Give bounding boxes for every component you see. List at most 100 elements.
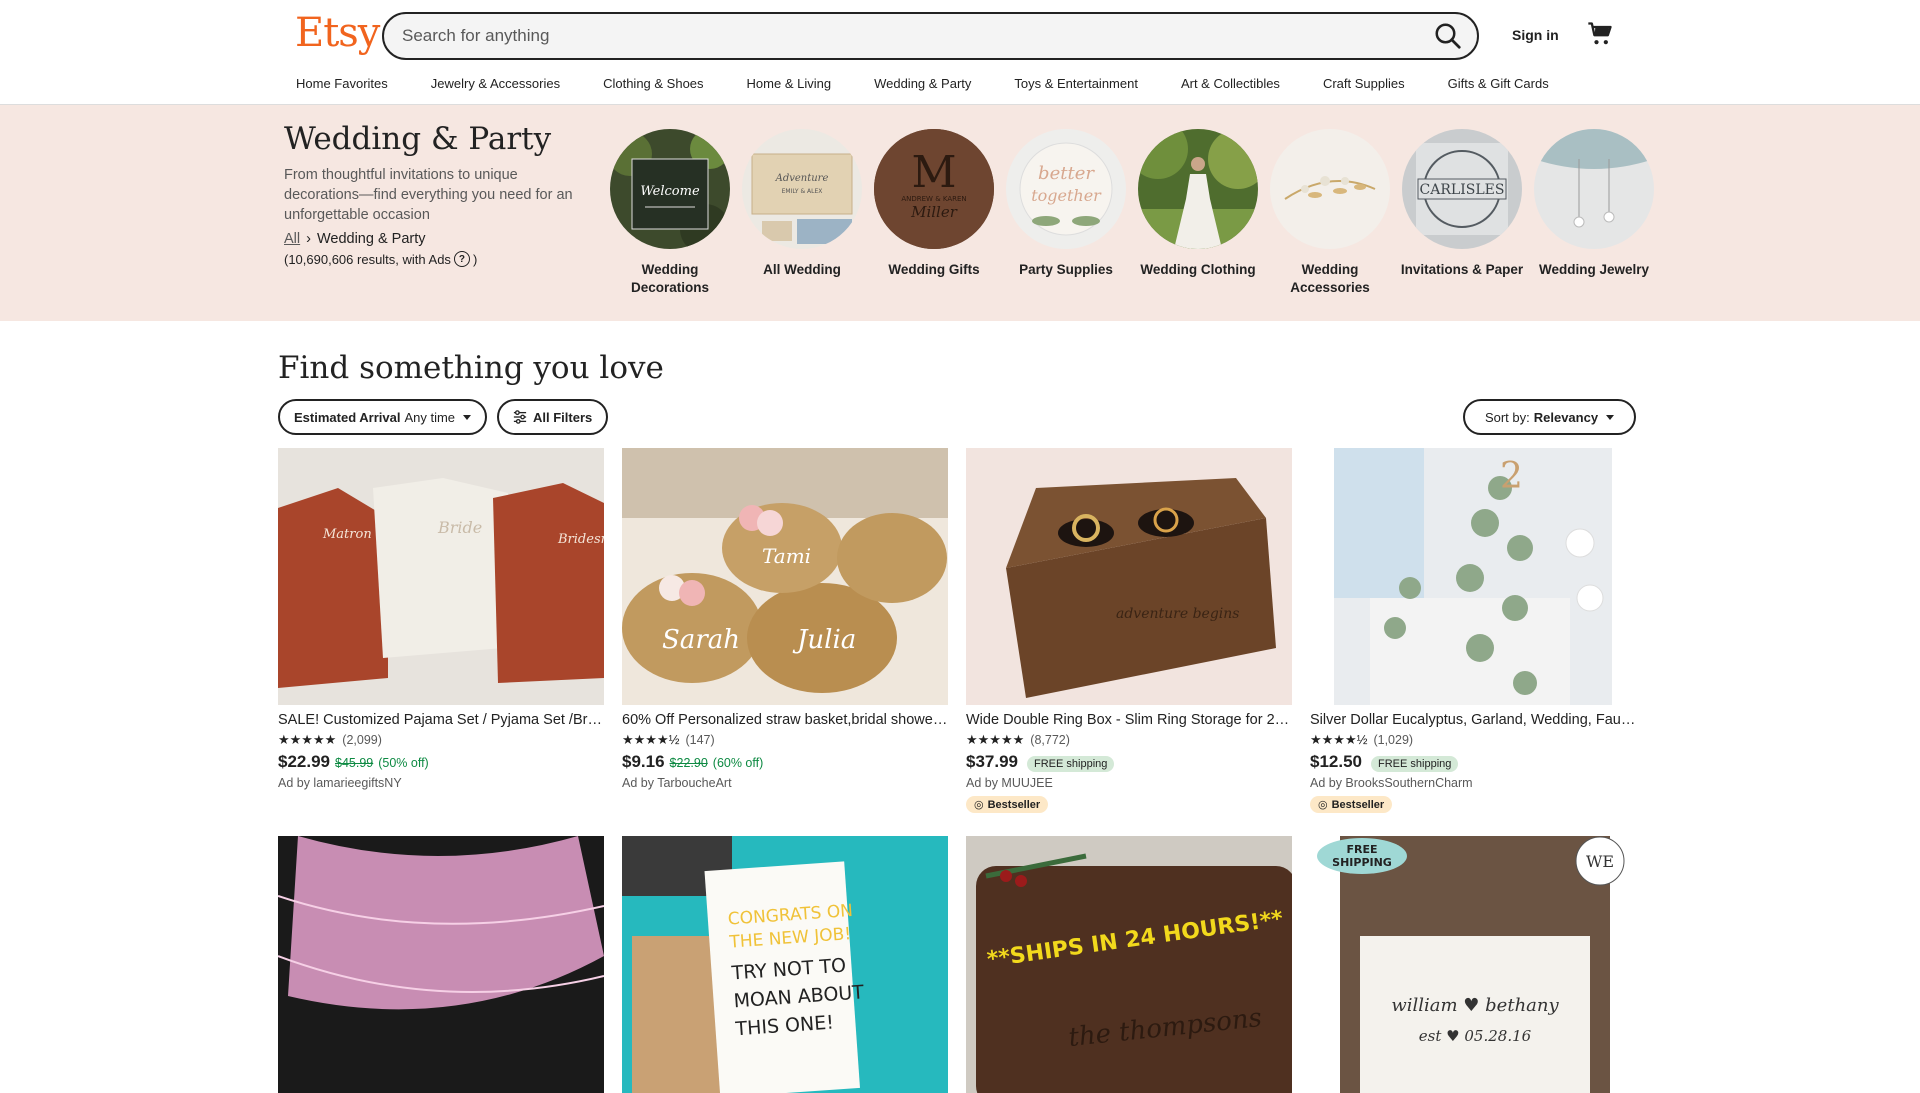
ad-by-shop[interactable]: Ad by TarboucheArt bbox=[622, 776, 948, 790]
earring-image bbox=[1534, 129, 1654, 249]
board-image: M ANDREW & KAREN Miller bbox=[874, 129, 994, 249]
svg-text:Tami: Tami bbox=[762, 544, 811, 568]
bestseller-badge: ◎ Bestseller bbox=[966, 796, 1049, 813]
svg-text:Bride: Bride bbox=[437, 518, 482, 537]
listing-card[interactable] bbox=[278, 836, 604, 1093]
rating-stars-icon: ★★★★½ bbox=[622, 732, 680, 747]
filter-sliders-icon bbox=[513, 410, 527, 424]
listing-rating: ★★★★★ (2,099) bbox=[278, 732, 604, 748]
price-row: $12.50 FREE shipping bbox=[1310, 752, 1636, 772]
svg-text:Welcome: Welcome bbox=[640, 184, 700, 199]
nav-home-favorites[interactable]: Home Favorites bbox=[296, 76, 388, 91]
listing-card[interactable]: CONGRATS ON THE NEW JOB! TRY NOT TO MOAN AB… bbox=[622, 836, 948, 1093]
listing-card[interactable]: 2 Silver Dollar Eucalyptus, Garland, Wed… bbox=[1310, 448, 1636, 813]
greeting-card-image[interactable]: CONGRATS ON THE NEW JOB! TRY NOT TO MOAN AB… bbox=[622, 836, 948, 1093]
rating-stars-icon: ★★★★½ bbox=[1310, 732, 1368, 747]
svg-text:CARLISLES: CARLISLES bbox=[1420, 182, 1505, 198]
ad-by-shop[interactable]: Ad by MUUJEE bbox=[966, 776, 1292, 790]
free-shipping-badge: FREE shipping bbox=[1371, 756, 1459, 772]
banner-image: better together bbox=[1006, 129, 1126, 249]
subcategory-invitations-paper[interactable]: CARLISLES Invitations & Paper bbox=[1396, 129, 1528, 297]
results-count-text: (10,690,606 results, with Ads bbox=[284, 251, 451, 267]
five-stars-icon: ★★★★★ bbox=[278, 732, 337, 747]
ring-box-image[interactable]: adventure begins bbox=[966, 448, 1292, 705]
listing-title[interactable]: 60% Off Personalized straw basket,bridal… bbox=[622, 712, 948, 728]
free-shipping-badge: FREE shipping bbox=[1027, 756, 1115, 772]
subcategory-party-supplies[interactable]: better together Party Supplies bbox=[1000, 129, 1132, 297]
nav-art-collectibles[interactable]: Art & Collectibles bbox=[1181, 76, 1280, 91]
sort-label: Sort by: bbox=[1484, 409, 1530, 425]
listing-title[interactable]: Wide Double Ring Box - Slim Ring Storage… bbox=[966, 712, 1292, 728]
listing-rating: ★★★★½ (147) bbox=[622, 732, 948, 748]
results-count-close: ) bbox=[472, 251, 478, 267]
nav-gifts-gift-cards[interactable]: Gifts & Gift Cards bbox=[1448, 76, 1549, 91]
pajama-set-image[interactable]: Matron Bride Bridesmaid bbox=[278, 448, 604, 705]
estimated-arrival-filter[interactable]: Estimated Arrival Any time bbox=[278, 399, 488, 435]
listing-rating: ★★★★★ (8,772) bbox=[966, 732, 1292, 748]
discount-percent: (50% off) bbox=[378, 756, 429, 770]
all-filters-button[interactable]: All Filters bbox=[497, 399, 609, 435]
sort-dropdown[interactable]: Sort by: Relevancy bbox=[1463, 399, 1636, 435]
pillow-image[interactable]: FREE SHIPPING WE william ♥ bethany est ♥ 05.… bbox=[1310, 836, 1636, 1093]
nav-craft-supplies[interactable]: Craft Supplies bbox=[1323, 76, 1405, 91]
listing-price: $9.16 bbox=[622, 752, 665, 771]
listing-title[interactable]: Silver Dollar Eucalyptus, Garland, Weddi… bbox=[1310, 712, 1636, 728]
etsy-logo[interactable]: Etsy bbox=[295, 10, 380, 56]
listing-title[interactable]: SALE! Customized Pajama Set / Pyjama Set… bbox=[278, 712, 604, 728]
listing-card[interactable]: **SHIPS IN 24 HOURS!** the thompsons bbox=[966, 836, 1292, 1093]
svg-text:est ♥ 05.28.16: est ♥ 05.28.16 bbox=[1419, 1027, 1532, 1045]
listing-price: $12.50 bbox=[1310, 752, 1362, 771]
box-image: Adventure EMILY & ALEX bbox=[742, 129, 862, 249]
subcategory-wedding-accessories[interactable]: Wedding Accessories bbox=[1264, 129, 1396, 297]
original-price: $45.99 bbox=[335, 756, 374, 770]
search-bar[interactable] bbox=[382, 12, 1479, 60]
price-row: $37.99 FREE shipping bbox=[966, 752, 1292, 772]
nav-wedding-party[interactable]: Wedding & Party bbox=[874, 76, 971, 91]
help-icon[interactable]: ? bbox=[453, 251, 470, 267]
discount-percent: (60% off) bbox=[712, 756, 764, 770]
cart-icon[interactable] bbox=[1586, 20, 1614, 48]
section-title: Find something you love bbox=[278, 350, 664, 386]
cutting-board-image[interactable]: **SHIPS IN 24 HOURS!** the thompsons bbox=[966, 836, 1292, 1093]
nav-toys-entertainment[interactable]: Toys & Entertainment bbox=[1014, 76, 1138, 91]
straw-basket-image[interactable]: Sarah Julia Tami bbox=[622, 448, 948, 705]
eucalyptus-garland-image[interactable]: 2 bbox=[1310, 448, 1636, 705]
breadcrumb: All › Wedding & Party bbox=[284, 231, 426, 247]
badge-label: Bestseller bbox=[1331, 798, 1385, 811]
nav-clothing-shoes[interactable]: Clothing & Shoes bbox=[603, 76, 703, 91]
listing-card[interactable]: adventure begins Wide Double Ring Box - … bbox=[966, 448, 1292, 813]
listing-card[interactable]: Sarah Julia Tami 60% Off Personalized stra… bbox=[622, 448, 948, 790]
breadcrumb-all-link[interactable]: All bbox=[284, 231, 300, 247]
subcategory-wedding-decorations[interactable]: Welcome Wedding Decorations bbox=[604, 129, 736, 297]
filter-label: Estimated Arrival bbox=[294, 409, 401, 425]
subcategory-label: Wedding Clothing bbox=[1140, 262, 1256, 277]
search-input[interactable] bbox=[402, 14, 1382, 58]
listing-price: $37.99 bbox=[966, 752, 1018, 771]
subcategory-wedding-jewelry[interactable]: Wedding Jewelry bbox=[1528, 129, 1660, 297]
subcategory-wedding-clothing[interactable]: Wedding Clothing bbox=[1132, 129, 1264, 297]
veil-image[interactable] bbox=[278, 836, 604, 1093]
five-stars-icon: ★★★★★ bbox=[966, 732, 1025, 747]
svg-text:Matron: Matron bbox=[322, 527, 372, 542]
subcategory-label: Wedding Gifts bbox=[888, 262, 980, 277]
breadcrumb-current: Wedding & Party bbox=[316, 231, 426, 247]
listing-card[interactable]: FREE SHIPPING WE william ♥ bethany est ♥ 05.… bbox=[1310, 836, 1636, 1093]
listing-card[interactable]: Matron Bride Bridesmaid SALE! Customized P… bbox=[278, 448, 604, 790]
sort-value: Relevancy bbox=[1533, 409, 1599, 425]
svg-text:better: better bbox=[1038, 163, 1095, 184]
review-count: (147) bbox=[685, 733, 715, 747]
nav-jewelry-accessories[interactable]: Jewelry & Accessories bbox=[431, 76, 560, 91]
listing-rating: ★★★★½ (1,029) bbox=[1310, 732, 1636, 748]
search-icon[interactable] bbox=[1433, 21, 1463, 51]
nav-home-living[interactable]: Home & Living bbox=[747, 76, 832, 91]
svg-text:Julia: Julia bbox=[792, 625, 856, 655]
svg-text:Miller: Miller bbox=[910, 203, 958, 221]
subcategory-wedding-gifts[interactable]: M ANDREW & KAREN Miller Wedding Gifts bbox=[868, 129, 1000, 297]
subcategory-all-wedding[interactable]: Adventure EMILY & ALEX All Wedding bbox=[736, 129, 868, 297]
svg-text:SHIPPING: SHIPPING bbox=[1332, 856, 1392, 869]
ad-by-shop[interactable]: Ad by lamarieegiftsNY bbox=[278, 776, 604, 790]
ad-by-shop[interactable]: Ad by BrooksSouthernCharm bbox=[1310, 776, 1636, 790]
stamp-image: CARLISLES bbox=[1402, 129, 1522, 249]
sign-in-link[interactable]: Sign in bbox=[1512, 27, 1559, 43]
page-title: Wedding & Party bbox=[284, 121, 552, 157]
